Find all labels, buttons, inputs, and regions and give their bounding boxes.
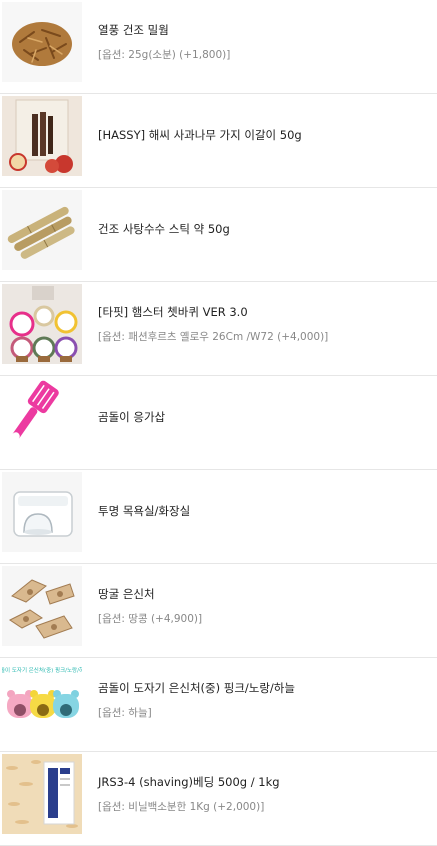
scoop-photo (2, 378, 82, 458)
list-item[interactable]: JRS3-4 (shaving)베딩 500g / 1kg [옵션: 비닐백소분… (0, 752, 437, 846)
product-option: [옵션: 25g(소분) (+1,800)] (98, 49, 231, 61)
list-item[interactable]: 투명 목욕실/화장실 (0, 470, 437, 564)
product-name[interactable]: 투명 목욕실/화장실 (98, 503, 190, 519)
product-thumbnail[interactable] (2, 754, 82, 834)
product-name[interactable]: 건조 사탕수수 스틱 약 50g (98, 221, 230, 237)
product-name[interactable]: 곰돌이 응가삽 (98, 409, 165, 425)
product-thumbnail[interactable] (2, 566, 82, 646)
product-name[interactable]: 땅굴 은신처 (98, 586, 155, 602)
list-item[interactable]: 곰돌이 응가삽 (0, 376, 437, 470)
list-item[interactable]: 건조 사탕수수 스틱 약 50g (0, 188, 437, 282)
product-name[interactable]: JRS3-4 (shaving)베딩 500g / 1kg (98, 774, 280, 790)
list-item[interactable]: 열풍 건조 밀웜 [옵션: 25g(소분) (+1,800)] (0, 0, 437, 94)
product-option: [옵션: 비닐백소분한 1Kg (+2,000)] (98, 801, 265, 813)
tunnel-photo (2, 566, 82, 646)
bathhouse-photo (2, 472, 82, 552)
product-option: [옵션: 패션후르츠 옐로우 26Cm /W72 (+4,000)] (98, 331, 329, 343)
product-thumbnail[interactable] (2, 472, 82, 552)
apple-branch-photo (2, 96, 82, 176)
product-thumbnail[interactable] (2, 378, 82, 458)
product-name[interactable]: 곰돌이 도자기 은신처(중) 핑크/노랑/하늘 (98, 680, 295, 696)
mealworm-photo (2, 2, 82, 82)
list-item[interactable]: [타핏] 햄스터 쳇바퀴 VER 3.0 [옵션: 패션후르츠 옐로우 26Cm… (0, 282, 437, 376)
product-name[interactable]: [타핏] 햄스터 쳇바퀴 VER 3.0 (98, 304, 248, 320)
sugarcane-photo (2, 190, 82, 270)
product-thumbnail[interactable] (2, 2, 82, 82)
product-option: [옵션: 땅콩 (+4,900)] (98, 613, 203, 625)
list-item[interactable]: 땅굴 은신처 [옵션: 땅콩 (+4,900)] (0, 564, 437, 658)
list-item[interactable]: 곰돌이 도자기 은신처(중) 핑크/노랑/하늘 곰돌이 도자기 (0, 658, 437, 752)
product-thumbnail[interactable] (2, 96, 82, 176)
list-item[interactable]: [HASSY] 해씨 사과나무 가지 이갈이 50g (0, 94, 437, 188)
ceramic-hideout-photo: 곰돌이 도자기 은신처(중) 핑크/노랑/하늘 (2, 660, 82, 740)
product-thumbnail[interactable] (2, 190, 82, 270)
photo-caption: 곰돌이 도자기 은신처(중) 핑크/노랑/하늘 (2, 666, 82, 674)
wheel-photo (2, 284, 82, 364)
product-name[interactable]: [HASSY] 해씨 사과나무 가지 이갈이 50g (98, 127, 302, 143)
product-option: [옵션: 하늘] (98, 707, 152, 719)
product-thumbnail[interactable]: 곰돌이 도자기 은신처(중) 핑크/노랑/하늘 (2, 660, 82, 740)
bedding-photo (2, 754, 82, 834)
product-name[interactable]: 열풍 건조 밀웜 (98, 22, 169, 38)
product-thumbnail[interactable] (2, 284, 82, 364)
